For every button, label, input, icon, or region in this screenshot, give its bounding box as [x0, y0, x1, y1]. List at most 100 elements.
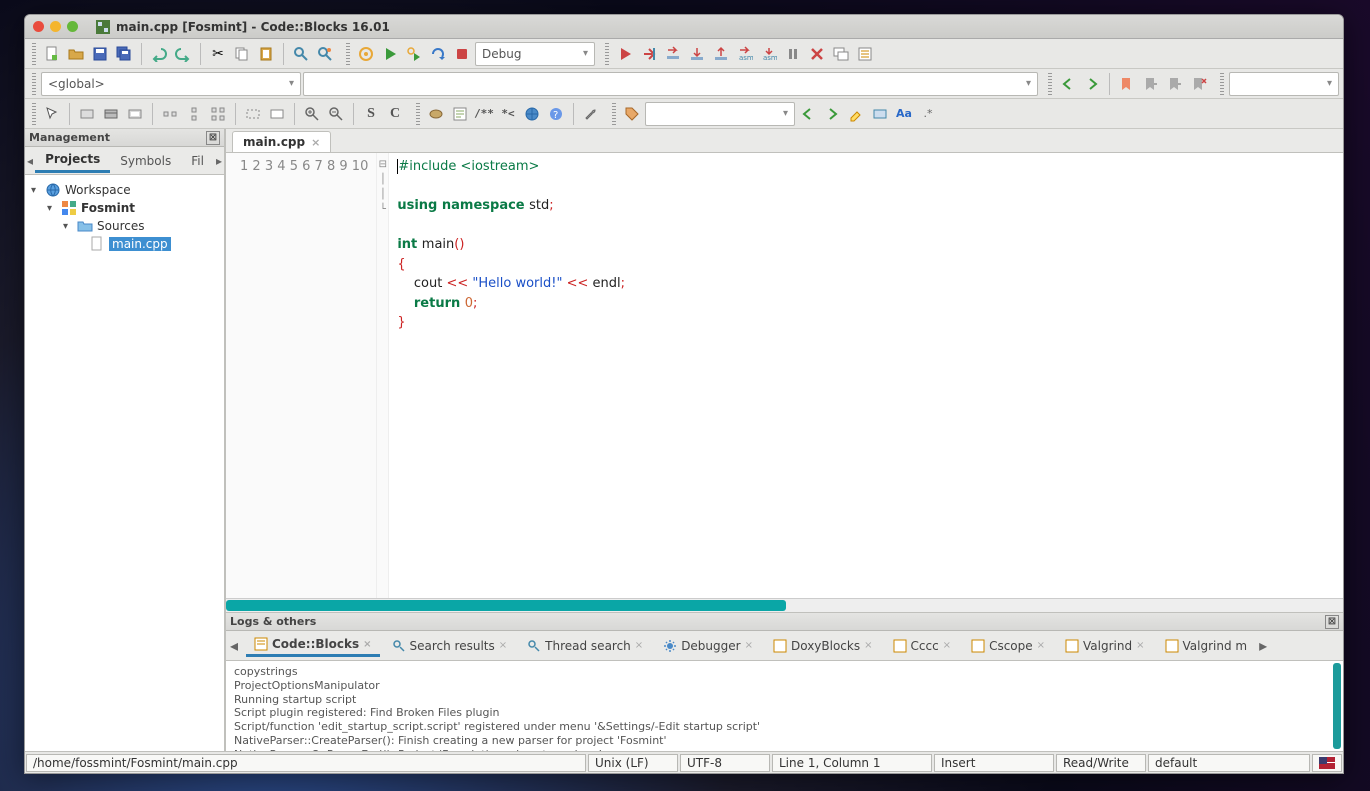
toolbar-grip-icon[interactable]	[32, 43, 36, 65]
undo-button[interactable]	[148, 43, 170, 65]
sizer-grid-button[interactable]	[207, 103, 229, 125]
nav-back-button[interactable]	[1057, 73, 1079, 95]
caret-down-icon[interactable]: ▾	[31, 185, 41, 196]
panel-close-button[interactable]: ⊠	[1325, 615, 1339, 629]
doxy-line-button[interactable]: /**	[473, 103, 495, 125]
insert-ctrl-button[interactable]	[266, 103, 288, 125]
redo-button[interactable]	[172, 43, 194, 65]
break-button[interactable]	[782, 43, 804, 65]
status-lang[interactable]	[1312, 754, 1342, 772]
match-case-button[interactable]: Aa	[893, 103, 915, 125]
scroll-thumb[interactable]	[226, 600, 786, 611]
tree-project[interactable]: ▾ Fosmint	[27, 199, 222, 217]
highlight-button[interactable]	[845, 103, 867, 125]
tabs-left-arrow-icon[interactable]: ◂	[25, 154, 35, 168]
abort-button[interactable]	[451, 43, 473, 65]
code-content[interactable]: #include <iostream> using namespace std;…	[389, 153, 1343, 598]
comment-button[interactable]: C	[384, 103, 406, 125]
log-tab-cccc[interactable]: Cccc×	[885, 636, 960, 656]
log-tab-cscope[interactable]: Cscope×	[963, 636, 1053, 656]
select-button[interactable]	[41, 103, 63, 125]
minimize-window-icon[interactable]	[50, 21, 61, 32]
project-tree[interactable]: ▾ Workspace ▾ Fosmint ▾ Sources main.cpp	[25, 175, 224, 751]
editor-tab-maincpp[interactable]: main.cpp ×	[232, 131, 331, 152]
save-button[interactable]	[89, 43, 111, 65]
sizer-v-button[interactable]	[183, 103, 205, 125]
source-button[interactable]: S	[360, 103, 382, 125]
new-file-button[interactable]	[41, 43, 63, 65]
tabs-right-arrow-icon[interactable]: ▸	[214, 154, 224, 168]
fold-gutter[interactable]: ⊟ │ │ └	[377, 153, 389, 598]
toolbar-grip-icon[interactable]	[346, 43, 350, 65]
cut-button[interactable]: ✂	[207, 43, 229, 65]
run-button[interactable]	[379, 43, 401, 65]
step-into-button[interactable]	[686, 43, 708, 65]
wrench-button[interactable]	[580, 103, 602, 125]
doxy-block-button[interactable]	[449, 103, 471, 125]
next-line-button[interactable]	[662, 43, 684, 65]
incr-search-combo[interactable]	[645, 102, 795, 126]
search-combo[interactable]	[1229, 72, 1339, 96]
tab-close-icon[interactable]: ×	[311, 136, 320, 149]
panel-close-button[interactable]: ⊠	[206, 131, 220, 145]
toolbar-grip-icon[interactable]	[1048, 73, 1052, 95]
rebuild-button[interactable]	[427, 43, 449, 65]
tab-symbols[interactable]: Symbols	[110, 150, 181, 172]
build-run-button[interactable]	[403, 43, 425, 65]
copy-button[interactable]	[231, 43, 253, 65]
titlebar[interactable]: main.cpp [Fosmint] - Code::Blocks 16.01	[25, 15, 1343, 39]
zoom-out-button[interactable]	[325, 103, 347, 125]
tree-folder-sources[interactable]: ▾ Sources	[27, 217, 222, 235]
scope-combo[interactable]: <global>	[41, 72, 301, 96]
tag-button[interactable]	[621, 103, 643, 125]
tabs-left-arrow-icon[interactable]: ◂	[230, 636, 242, 655]
close-window-icon[interactable]	[33, 21, 44, 32]
build-target-combo[interactable]: Debug	[475, 42, 595, 66]
incr-prev-button[interactable]	[797, 103, 819, 125]
doxy-after-button[interactable]: *<	[497, 103, 519, 125]
tree-workspace[interactable]: ▾ Workspace	[27, 181, 222, 199]
insert-space-button[interactable]	[242, 103, 264, 125]
doxy-html-button[interactable]	[521, 103, 543, 125]
bookmark-prev-button[interactable]	[1140, 73, 1162, 95]
tree-file-maincpp[interactable]: main.cpp	[27, 235, 222, 253]
select-text-button[interactable]	[869, 103, 891, 125]
log-tab-debugger[interactable]: Debugger×	[655, 636, 761, 656]
toolbar-grip-icon[interactable]	[612, 103, 616, 125]
build-button[interactable]	[355, 43, 377, 65]
code-editor[interactable]: 1 2 3 4 5 6 7 8 9 10 ⊟ │ │ └ #include <i…	[226, 153, 1343, 598]
log-output[interactable]: copystrings ProjectOptionsManipulator Ru…	[226, 661, 1343, 751]
log-tab-valgrind[interactable]: Valgrind×	[1057, 636, 1152, 656]
tab-projects[interactable]: Projects	[35, 148, 110, 173]
tab-files[interactable]: Fil	[181, 150, 214, 172]
caret-down-icon[interactable]: ▾	[63, 221, 73, 232]
bookmark-next-button[interactable]	[1164, 73, 1186, 95]
bookmark-toggle-button[interactable]	[1116, 73, 1138, 95]
open-button[interactable]	[65, 43, 87, 65]
member-combo[interactable]	[303, 72, 1038, 96]
toolbar-grip-icon[interactable]	[32, 73, 36, 95]
toolbar-grip-icon[interactable]	[32, 103, 36, 125]
sizer-h-button[interactable]	[159, 103, 181, 125]
find-replace-button[interactable]	[314, 43, 336, 65]
maximize-window-icon[interactable]	[67, 21, 78, 32]
caret-down-icon[interactable]: ▾	[47, 203, 57, 214]
regex-button[interactable]: .*	[917, 103, 939, 125]
step-instr-button[interactable]: asm	[758, 43, 780, 65]
log-tab-doxy[interactable]: DoxyBlocks×	[765, 636, 881, 656]
log-tab-thread[interactable]: Thread search×	[519, 636, 651, 656]
debug-run-button[interactable]	[614, 43, 636, 65]
next-instr-button[interactable]: asm	[734, 43, 756, 65]
debug-windows-button[interactable]	[830, 43, 852, 65]
paste-button[interactable]	[255, 43, 277, 65]
bookmark-clear-button[interactable]	[1188, 73, 1210, 95]
toolbar-grip-icon[interactable]	[1220, 73, 1224, 95]
doxy-help-button[interactable]: ?	[545, 103, 567, 125]
step-out-button[interactable]	[710, 43, 732, 65]
log-tab-valgrind-m[interactable]: Valgrind m	[1157, 636, 1256, 656]
find-button[interactable]	[290, 43, 312, 65]
dialog-button[interactable]	[76, 103, 98, 125]
log-tab-codeblocks[interactable]: Code::Blocks×	[246, 634, 380, 657]
log-tab-search[interactable]: Search results×	[384, 636, 516, 656]
zoom-in-button[interactable]	[301, 103, 323, 125]
